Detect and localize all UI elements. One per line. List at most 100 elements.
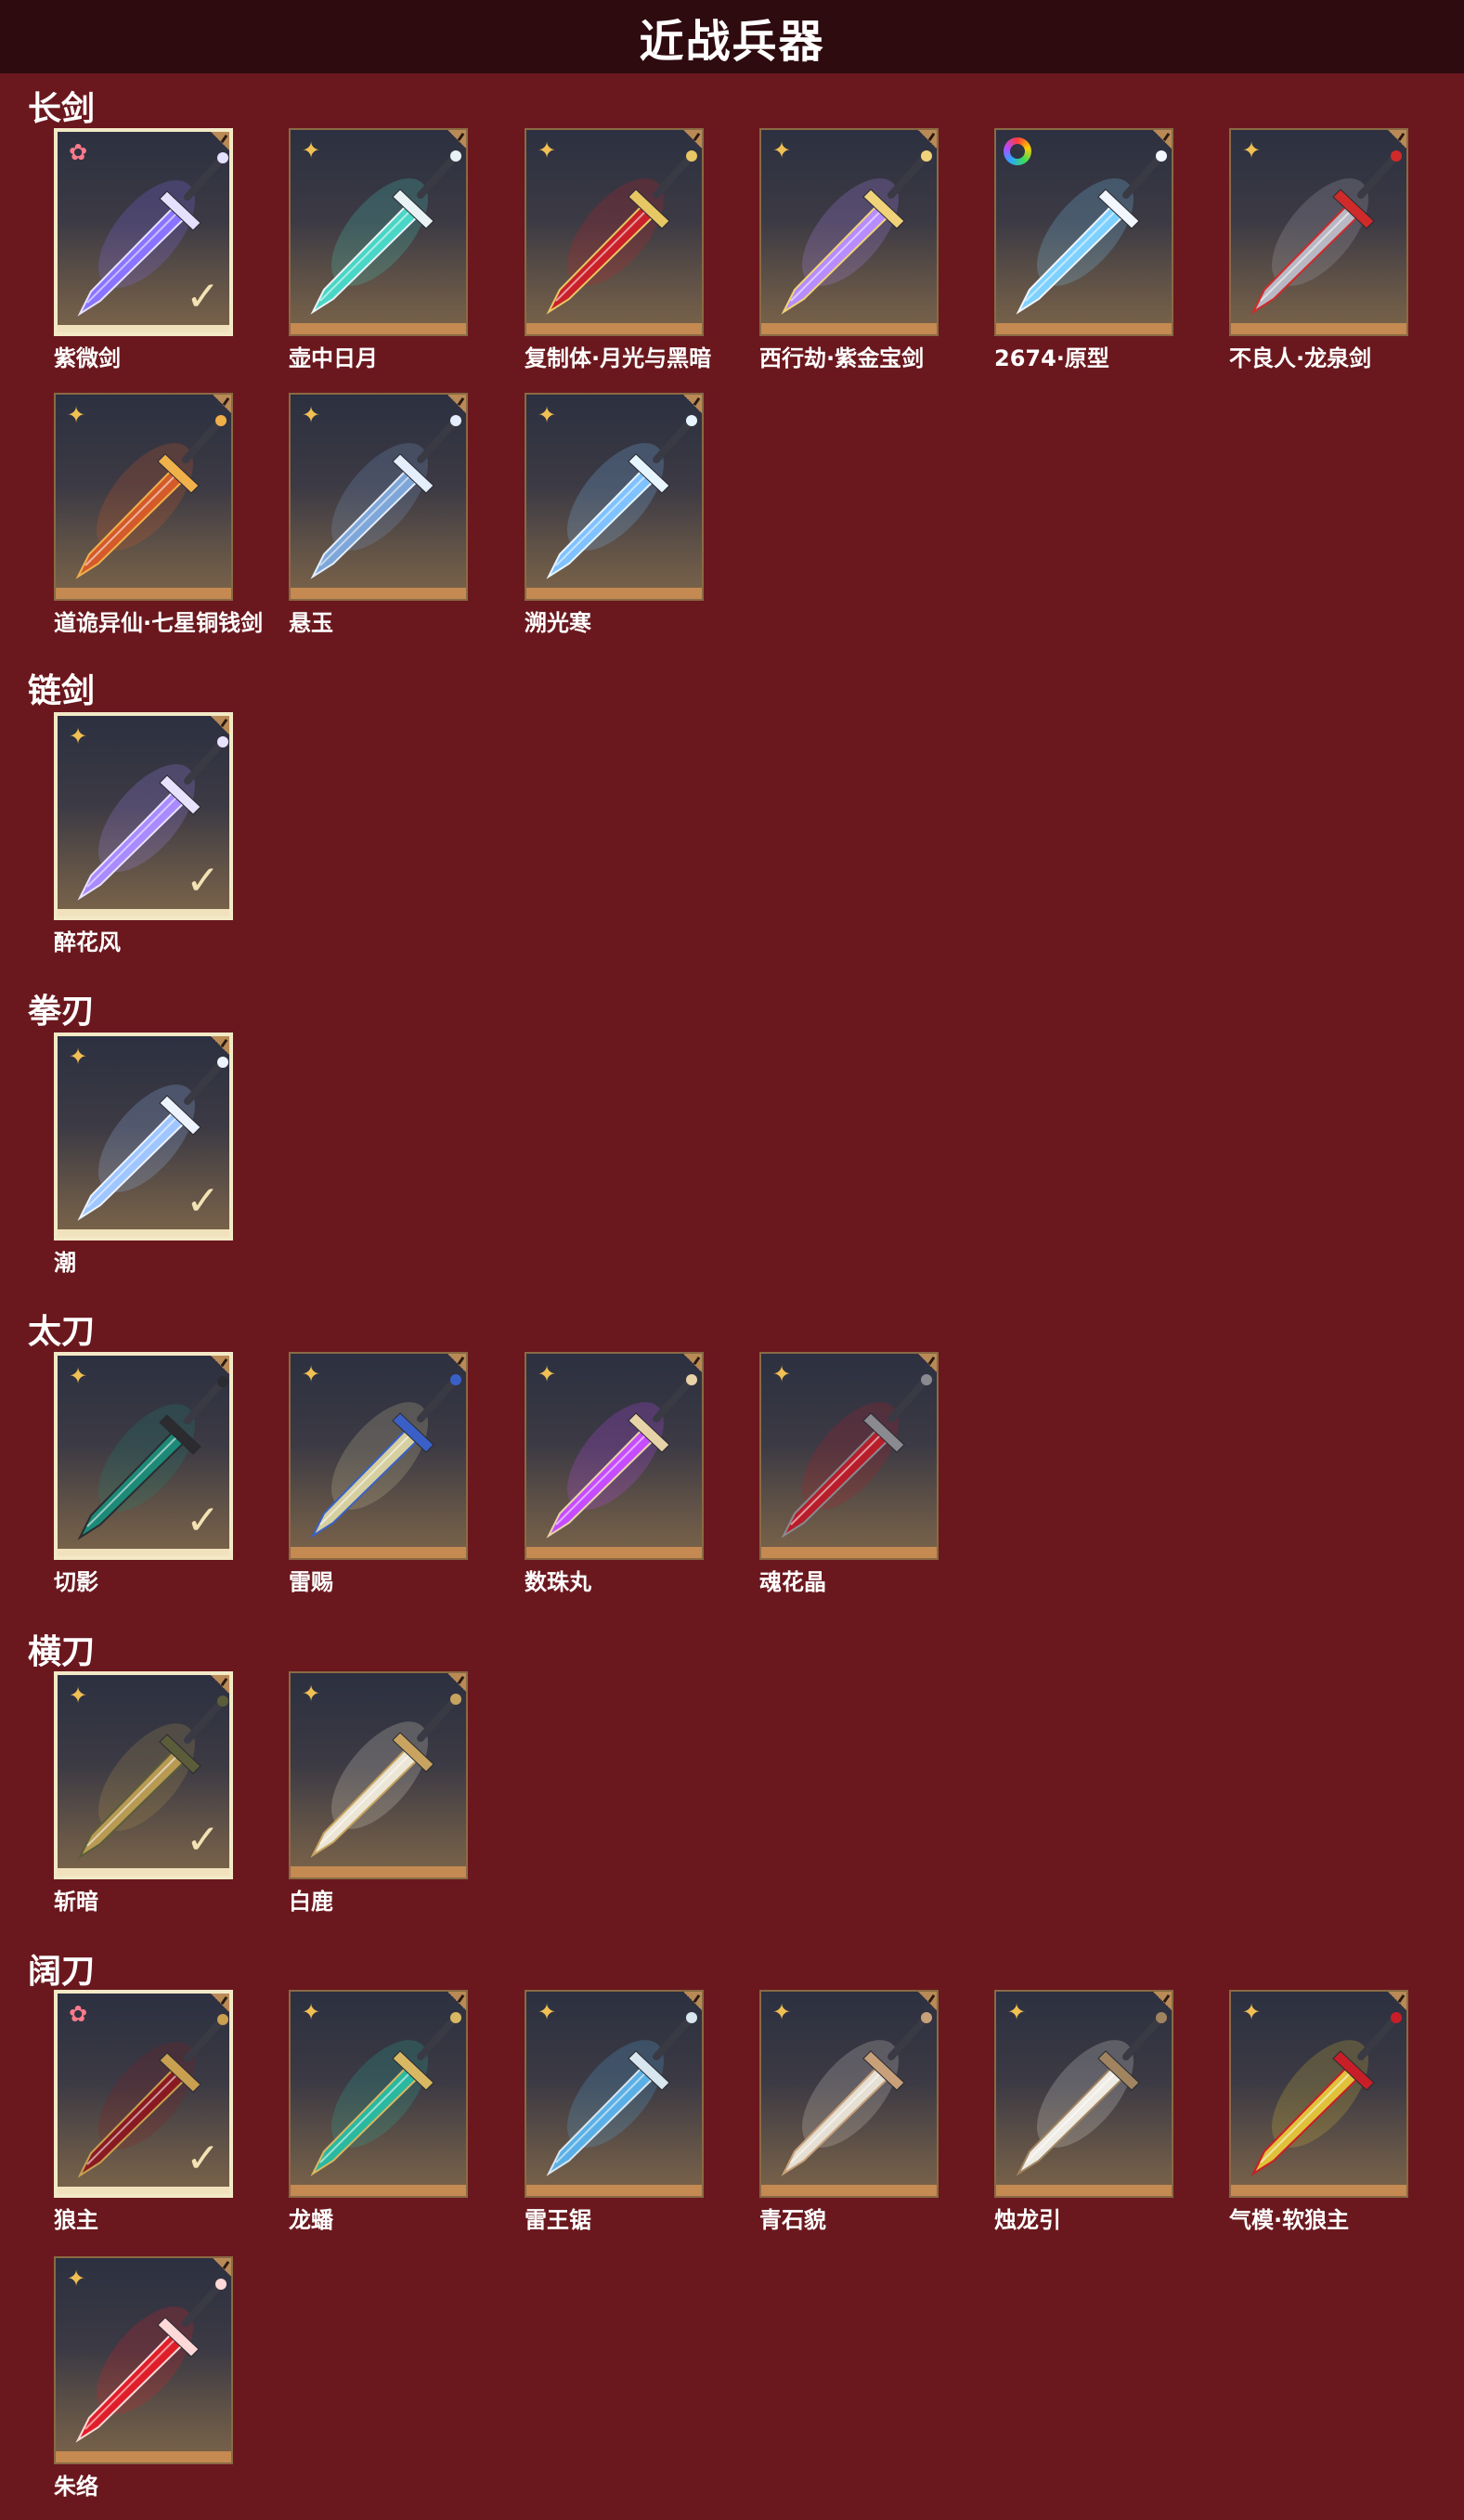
corner-tab-icon (213, 2258, 231, 2277)
four-point-star-icon: ✦ (771, 137, 792, 163)
weapon-card[interactable]: ✦ (289, 393, 468, 601)
four-point-star-icon: ✦ (68, 723, 88, 749)
weapon-card[interactable]: ✦ (525, 128, 704, 336)
four-point-star-icon: ✦ (301, 402, 321, 428)
weapon-tile[interactable]: ✿ ✓ 狼主 (54, 1990, 233, 2233)
weapon-tile[interactable]: ✦ 烛龙引 (994, 1990, 1173, 2233)
weapon-card[interactable]: ✦ (289, 1671, 468, 1879)
weapon-card[interactable]: ✦ (54, 2256, 233, 2464)
corner-tab-icon (918, 130, 937, 149)
checkmark-icon: ✓ (186, 273, 220, 320)
corner-tab-icon (683, 1354, 702, 1372)
weapon-name: 醉花风 (54, 929, 121, 955)
weapon-name: 朱络 (54, 2474, 98, 2500)
checkmark-icon: ✓ (186, 1816, 220, 1864)
weapon-card[interactable]: ✦ (54, 393, 233, 601)
corner-tab-icon (1388, 1992, 1406, 2010)
weapon-card[interactable]: ✦ ✓ (54, 1352, 233, 1560)
weapon-card[interactable] (994, 128, 1173, 336)
corner-tab-icon (447, 130, 466, 149)
weapon-tile[interactable]: ✦ 龙蟠 (289, 1990, 468, 2233)
category-title: 长剑 (28, 90, 96, 128)
corner-tab-icon (1153, 130, 1172, 149)
page-title: 近战兵器 (639, 15, 825, 68)
weapon-tile[interactable]: ✦ ✓ 醉花风 (54, 712, 233, 955)
weapon-card[interactable]: ✦ (289, 128, 468, 336)
weapon-card[interactable]: ✿ ✓ (54, 1990, 233, 2198)
four-point-star-icon: ✦ (68, 1682, 88, 1708)
weapon-tile[interactable]: ✦ 数珠丸 (525, 1352, 704, 1595)
weapon-tile[interactable]: ✦ 悬玉 (289, 393, 468, 636)
weapon-card[interactable]: ✦ (759, 1352, 939, 1560)
weapon-tile[interactable]: ✦ ✓ 潮 (54, 1033, 233, 1276)
weapon-tile[interactable]: ✦ 青石貌 (759, 1990, 939, 2233)
four-point-star-icon: ✦ (301, 1361, 321, 1387)
corner-tab-icon (683, 1992, 702, 2010)
weapon-tile[interactable]: ✦ 道诡异仙·七星铜钱剑 (54, 393, 263, 636)
weapon-card[interactable]: ✦ (994, 1990, 1173, 2198)
weapon-card[interactable]: ✦ (1229, 1990, 1408, 2198)
weapon-name: 斩暗 (54, 1889, 98, 1915)
checkmark-icon: ✓ (186, 1177, 220, 1225)
corner-tab-icon (211, 1356, 229, 1374)
weapon-card[interactable]: ✿ ✓ (54, 128, 233, 336)
weapon-name: 龙蟠 (289, 2207, 333, 2233)
weapon-tile[interactable]: ✦ 壶中日月 (289, 128, 468, 371)
weapon-name: 雷赐 (289, 1569, 333, 1595)
four-point-star-icon: ✦ (68, 1363, 88, 1389)
corner-tab-icon (447, 1354, 466, 1372)
corner-tab-icon (211, 1036, 229, 1055)
weapon-card[interactable]: ✦ (759, 1990, 939, 2198)
weapon-tile[interactable]: ✦ 雷赐 (289, 1352, 468, 1595)
weapon-name: 气模·软狼主 (1229, 2207, 1350, 2233)
weapon-name: 溯光寒 (525, 610, 591, 636)
four-point-star-icon: ✦ (301, 1999, 321, 2025)
weapon-card[interactable]: ✦ (759, 128, 939, 336)
weapon-name: 道诡异仙·七星铜钱剑 (54, 610, 264, 636)
weapon-name: 壶中日月 (289, 345, 378, 371)
weapon-card[interactable]: ✦ ✓ (54, 1671, 233, 1879)
weapon-tile[interactable]: ✦ 白鹿 (289, 1671, 468, 1915)
weapon-tile[interactable]: ✦ 朱络 (54, 2256, 233, 2500)
four-point-star-icon: ✦ (537, 1361, 557, 1387)
weapon-name: 西行劫·紫金宝剑 (759, 345, 925, 371)
four-point-star-icon: ✦ (771, 1999, 792, 2025)
corner-tab-icon (1388, 130, 1406, 149)
four-point-star-icon: ✦ (1006, 1999, 1027, 2025)
weapon-card[interactable]: ✦ (525, 1352, 704, 1560)
four-point-star-icon: ✦ (66, 402, 86, 428)
weapon-card[interactable]: ✦ (289, 1352, 468, 1560)
corner-tab-icon (447, 1992, 466, 2010)
weapon-name: 烛龙引 (994, 2207, 1061, 2233)
weapon-card[interactable]: ✦ (289, 1990, 468, 2198)
four-point-star-icon: ✦ (66, 2266, 86, 2292)
weapon-card[interactable]: ✦ (525, 393, 704, 601)
weapon-tile[interactable]: ✦ 气模·软狼主 (1229, 1990, 1408, 2233)
weapon-name: 魂花晶 (759, 1569, 826, 1595)
weapon-name: 切影 (54, 1569, 98, 1595)
weapon-tile[interactable]: ✦ 魂花晶 (759, 1352, 939, 1595)
weapon-tile[interactable]: ✦ 雷王锯 (525, 1990, 704, 2233)
four-point-star-icon: ✦ (301, 1681, 321, 1707)
four-point-star-icon: ✦ (537, 1999, 557, 2025)
weapon-tile[interactable]: ✦ ✓ 斩暗 (54, 1671, 233, 1915)
weapon-card[interactable]: ✦ (1229, 128, 1408, 336)
four-point-star-icon: ✦ (1241, 137, 1262, 163)
category-title: 拳刃 (28, 993, 96, 1031)
weapon-card[interactable]: ✦ ✓ (54, 712, 233, 920)
corner-tab-icon (447, 395, 466, 413)
weapon-tile[interactable]: ✦ 复制体·月光与黑暗 (525, 128, 711, 371)
flower-icon: ✿ (68, 139, 88, 165)
weapon-card[interactable]: ✦ (525, 1990, 704, 2198)
corner-tab-icon (211, 1675, 229, 1694)
checkmark-icon: ✓ (186, 1497, 220, 1544)
weapon-tile[interactable]: 2674·原型 (994, 128, 1173, 371)
weapon-name: 狼主 (54, 2207, 98, 2233)
weapon-card[interactable]: ✦ ✓ (54, 1033, 233, 1241)
weapon-tile[interactable]: ✿ ✓ 紫微剑 (54, 128, 233, 371)
weapon-tile[interactable]: ✦ 溯光寒 (525, 393, 704, 636)
weapon-tile[interactable]: ✦ 西行劫·紫金宝剑 (759, 128, 939, 371)
corner-tab-icon (683, 395, 702, 413)
weapon-tile[interactable]: ✦ ✓ 切影 (54, 1352, 233, 1595)
weapon-tile[interactable]: ✦ 不良人·龙泉剑 (1229, 128, 1408, 371)
